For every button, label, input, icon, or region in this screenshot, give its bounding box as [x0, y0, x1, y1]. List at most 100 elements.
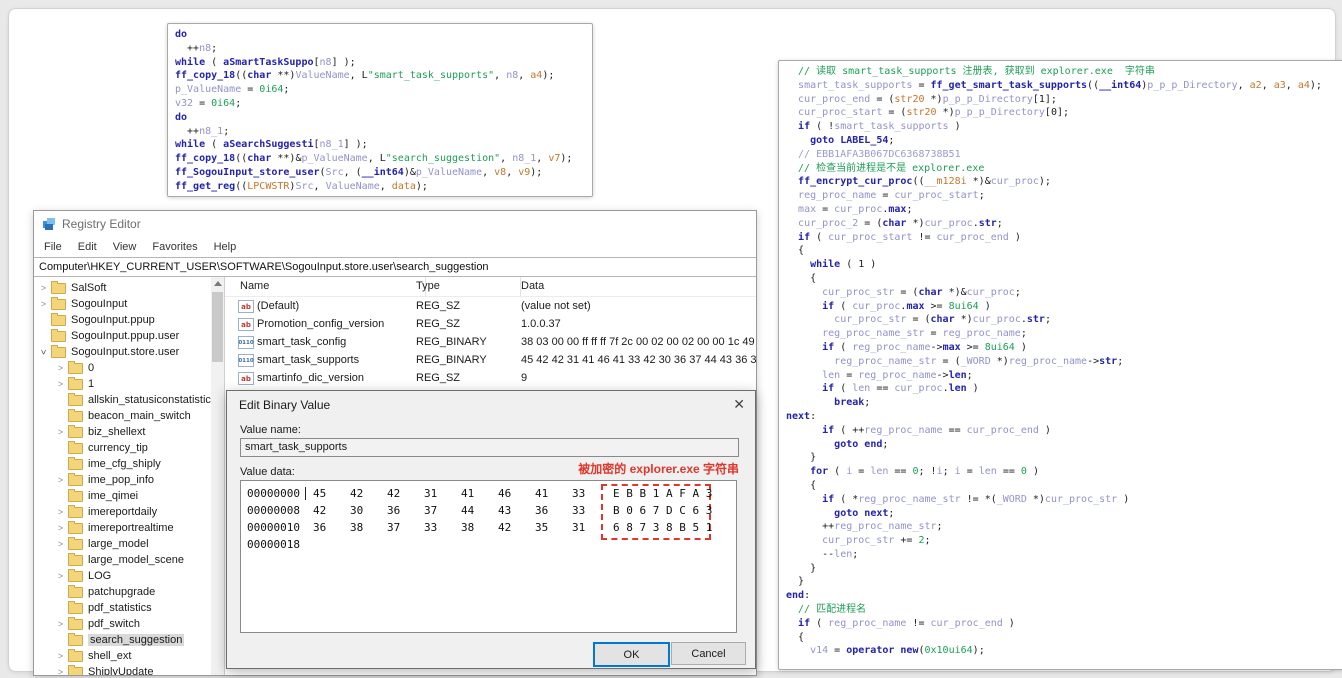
folder-icon [68, 648, 83, 662]
tree-item-1[interactable]: >1 [34, 376, 211, 392]
hex-address: 00000018 [247, 538, 300, 551]
tree-item-allskin_statusiconstatistics[interactable]: allskin_statusiconstatistics [34, 392, 211, 408]
close-icon[interactable]: ✕ [733, 396, 745, 412]
value-row-(Default)[interactable]: ab (Default) REG_SZ (value not set) [225, 297, 756, 315]
tree-item-search_suggestion[interactable]: search_suggestion [34, 632, 211, 648]
list-header: Name Type Data [225, 277, 756, 297]
tree-item-ime_pop_info[interactable]: > ime_pop_info [34, 472, 211, 488]
chevron-collapsed-icon[interactable]: > [54, 619, 67, 629]
hex-byte: 37 [424, 504, 438, 517]
window-title: Registry Editor [62, 216, 141, 231]
tree-item-label: ShiplyUpdate [88, 666, 154, 675]
folder-icon [68, 520, 83, 534]
tree-item-ime_cfg_shiply[interactable]: ime_cfg_shiply [34, 456, 211, 472]
title-bar: Registry Editor [34, 211, 756, 236]
tree-item-large_model[interactable]: > large_model [34, 536, 211, 552]
tree-item-imereportdaily[interactable]: > imereportdaily [34, 504, 211, 520]
folder-icon [68, 536, 83, 550]
encrypted-string-annotation: 被加密的 explorer.exe 字符串 [578, 462, 739, 476]
hex-address: 00000008 [247, 504, 300, 517]
menu-item-file[interactable]: File [36, 241, 70, 253]
chevron-collapsed-icon[interactable]: > [37, 299, 50, 309]
reg-sz-icon: ab [238, 318, 254, 331]
tree-item-shell_ext[interactable]: > shell_ext [34, 648, 211, 664]
hex-byte: 42 [313, 504, 327, 517]
hex-byte: 30 [350, 504, 364, 517]
value-row-Promotion_config_version[interactable]: ab Promotion_config_version REG_SZ 1.0.0.37 [225, 315, 756, 333]
tree-item-label: SogouInput [71, 298, 128, 310]
scroll-up-icon[interactable] [214, 281, 222, 286]
chevron-collapsed-icon[interactable]: > [54, 379, 67, 389]
menu-item-edit[interactable]: Edit [70, 241, 105, 253]
tree-item-imereportrealtime[interactable]: > imereportrealtime [34, 520, 211, 536]
tree-item-SogouInput.store.user[interactable]: > SogouInput.store.user [34, 344, 211, 360]
scrollbar-thumb[interactable] [212, 292, 223, 362]
value-data: 1.0.0.37 [521, 318, 561, 330]
tree-scrollbar[interactable] [211, 277, 224, 675]
column-header-data[interactable]: Data [516, 277, 756, 296]
reg-sz-icon: ab [238, 300, 254, 313]
reg-sz-icon: ab [238, 372, 254, 385]
chevron-collapsed-icon[interactable]: > [54, 507, 67, 517]
reg-binary-icon: 0110 [238, 336, 254, 349]
chevron-expanded-icon[interactable]: > [39, 346, 49, 359]
registry-editor-icon [42, 217, 56, 231]
tree-item-SalSoft[interactable]: > SalSoft [34, 280, 211, 296]
hex-row-00000018: 00000018 [247, 536, 736, 553]
tree-item-0[interactable]: >0 [34, 360, 211, 376]
cancel-button[interactable]: Cancel [671, 642, 746, 665]
value-data: 45 42 42 31 41 46 41 33 42 30 36 37 44 4… [521, 354, 756, 366]
tree-item-SogouInput.ppup[interactable]: SogouInput.ppup [34, 312, 211, 328]
folder-icon [68, 600, 83, 614]
tree-item-SogouInput.ppup.user[interactable]: SogouInput.ppup.user [34, 328, 211, 344]
hex-byte: 38 [350, 521, 364, 534]
tree-item-ShiplyUpdate[interactable]: > ShiplyUpdate [34, 664, 211, 675]
chevron-collapsed-icon[interactable]: > [54, 651, 67, 661]
address-bar[interactable]: Computer\HKEY_CURRENT_USER\SOFTWARE\Sogo… [34, 258, 756, 277]
chevron-collapsed-icon[interactable]: > [54, 427, 67, 437]
tree-item-label: large_model [88, 538, 149, 550]
hex-byte: 37 [387, 521, 401, 534]
tree-item-label: ime_cfg_shiply [88, 458, 161, 470]
value-data-label: Value data: [240, 466, 295, 478]
tree-item-SogouInput[interactable]: > SogouInput [34, 296, 211, 312]
tree-item-large_model_scene[interactable]: large_model_scene [34, 552, 211, 568]
tree-item-currency_tip[interactable]: currency_tip [34, 440, 211, 456]
tree-item-pdf_statistics[interactable]: pdf_statistics [34, 600, 211, 616]
tree-item-label: biz_shellext [88, 426, 146, 438]
tree-item-patchupgrade[interactable]: patchupgrade [34, 584, 211, 600]
chevron-collapsed-icon[interactable]: > [54, 539, 67, 549]
folder-icon [68, 552, 83, 566]
tree-item-biz_shellext[interactable]: > biz_shellext [34, 424, 211, 440]
hex-row-00000000: 00000000 45 42 42 31 41 46 41 33 E B B 1 A F A 3 [247, 485, 736, 502]
tree-item-LOG[interactable]: > LOG [34, 568, 211, 584]
tree-item-label: pdf_switch [88, 618, 140, 630]
tree-item-beacon_main_switch[interactable]: beacon_main_switch [34, 408, 211, 424]
hex-byte: 36 [387, 504, 401, 517]
hex-byte: 38 [461, 521, 475, 534]
value-row-smartinfo_dic_version[interactable]: ab smartinfo_dic_version REG_SZ 9 [225, 369, 756, 387]
chevron-collapsed-icon[interactable]: > [54, 523, 67, 533]
value-row-smart_task_config[interactable]: 0110 smart_task_config REG_BINARY 38 03 00 … [225, 333, 756, 351]
hex-ascii: 6 8 7 3 8 B 5 1 [613, 521, 713, 534]
chevron-collapsed-icon[interactable]: > [54, 475, 67, 485]
tree-item-label: large_model_scene [88, 554, 185, 566]
column-header-name[interactable]: Name [225, 277, 426, 296]
value-name-label: Value name: [240, 424, 301, 436]
chevron-collapsed-icon[interactable]: > [54, 571, 67, 581]
value-row-smart_task_supports[interactable]: 0110 smart_task_supports REG_BINARY 45 42 4… [225, 351, 756, 369]
tree-item-ime_qimei[interactable]: ime_qimei [34, 488, 211, 504]
value-data-hex-editor[interactable]: 00000000 45 42 42 31 41 46 41 33 E B B 1 A F A 3 0… [240, 480, 737, 633]
menu-item-favorites[interactable]: Favorites [144, 241, 205, 253]
menu-item-help[interactable]: Help [206, 241, 245, 253]
menu-item-view[interactable]: View [105, 241, 145, 253]
ok-button[interactable]: OK [593, 642, 670, 667]
chevron-collapsed-icon[interactable]: > [54, 363, 67, 373]
chevron-collapsed-icon[interactable]: > [37, 283, 50, 293]
folder-icon [68, 376, 83, 390]
tree-item-pdf_switch[interactable]: > pdf_switch [34, 616, 211, 632]
value-name-field[interactable]: smart_task_supports [240, 438, 739, 457]
chevron-collapsed-icon[interactable]: > [54, 667, 67, 675]
tree-item-label: 1 [88, 378, 95, 390]
column-header-type[interactable]: Type [411, 277, 521, 296]
